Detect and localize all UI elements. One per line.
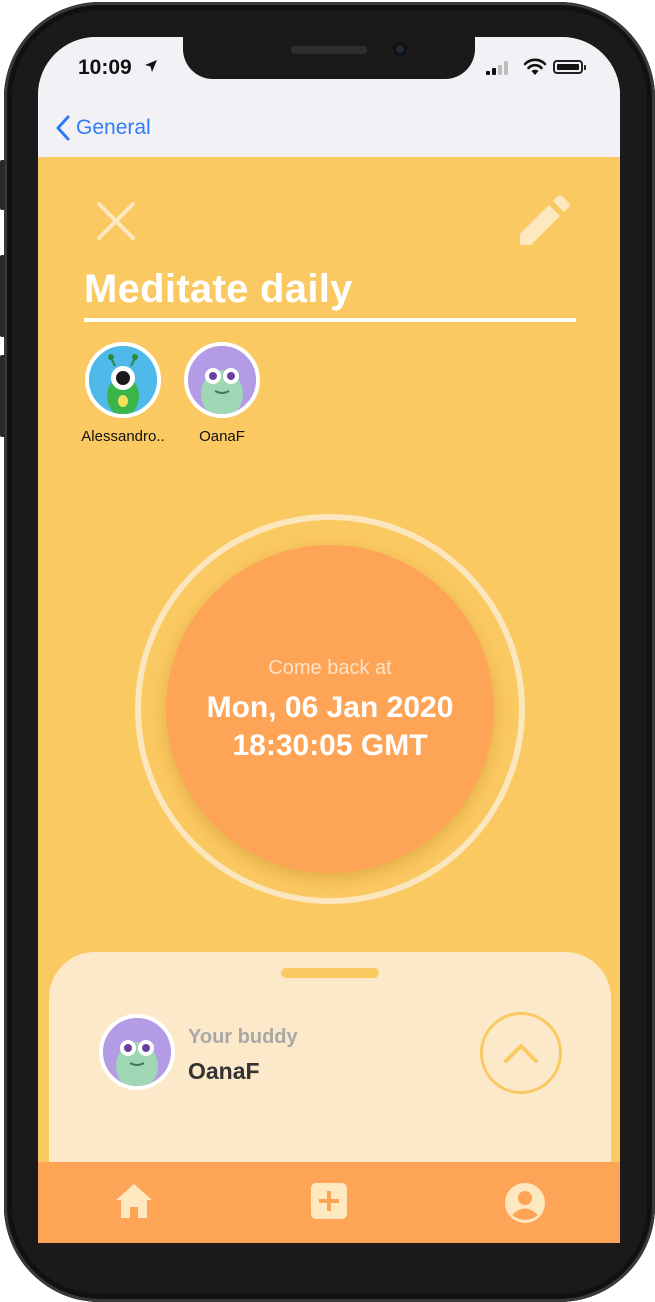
battery-icon [553, 60, 586, 74]
speaker [291, 46, 367, 54]
wifi-icon [523, 58, 547, 75]
alien-avatar-icon [89, 346, 157, 414]
avatar [184, 342, 260, 418]
sheet-drag-handle[interactable] [281, 968, 379, 978]
buddy-label: Your buddy [188, 1026, 298, 1048]
add-icon[interactable] [310, 1182, 348, 1220]
front-camera [393, 42, 407, 56]
member-name: Alessandro.. [81, 428, 165, 445]
timer-label: Come back at [268, 657, 392, 679]
expand-sheet-button[interactable] [480, 1012, 562, 1094]
tab-bar [38, 1162, 620, 1243]
member-avatar-alessandro[interactable]: Alessandro.. [68, 342, 178, 445]
timer-circle: Come back at Mon, 06 Jan 2020 18:30:05 G… [166, 545, 494, 873]
avatar [99, 1014, 175, 1090]
monster-avatar-icon [103, 1018, 171, 1086]
notch [183, 37, 475, 79]
avatar [85, 342, 161, 418]
monster-avatar-icon [188, 346, 256, 414]
timer-time: 18:30:05 GMT [232, 729, 428, 762]
member-name: OanaF [199, 428, 245, 445]
chevron-left-icon [56, 115, 70, 141]
mute-switch [0, 160, 5, 210]
close-icon[interactable] [94, 199, 138, 243]
chevron-up-icon [504, 1044, 538, 1063]
timer-date: Mon, 06 Jan 2020 [206, 691, 454, 724]
buddy-name: OanaF [188, 1058, 260, 1084]
home-icon[interactable] [114, 1182, 154, 1220]
volume-up-button [0, 255, 5, 337]
volume-down-button [0, 355, 5, 437]
status-time: 10:09 [78, 56, 132, 79]
back-label: General [76, 116, 151, 139]
back-button[interactable]: General [56, 115, 151, 141]
member-avatar-oanaf[interactable]: OanaF [167, 342, 277, 445]
goal-title[interactable]: Meditate daily [84, 267, 576, 322]
app-screen: 10:09 General Meditate daily Alessandro.… [38, 37, 620, 1243]
cellular-signal-icon [486, 61, 508, 75]
location-arrow-icon [145, 60, 157, 72]
profile-icon[interactable] [504, 1182, 546, 1224]
buddy-avatar[interactable] [99, 1014, 175, 1090]
edit-pencil-icon[interactable] [516, 195, 570, 249]
